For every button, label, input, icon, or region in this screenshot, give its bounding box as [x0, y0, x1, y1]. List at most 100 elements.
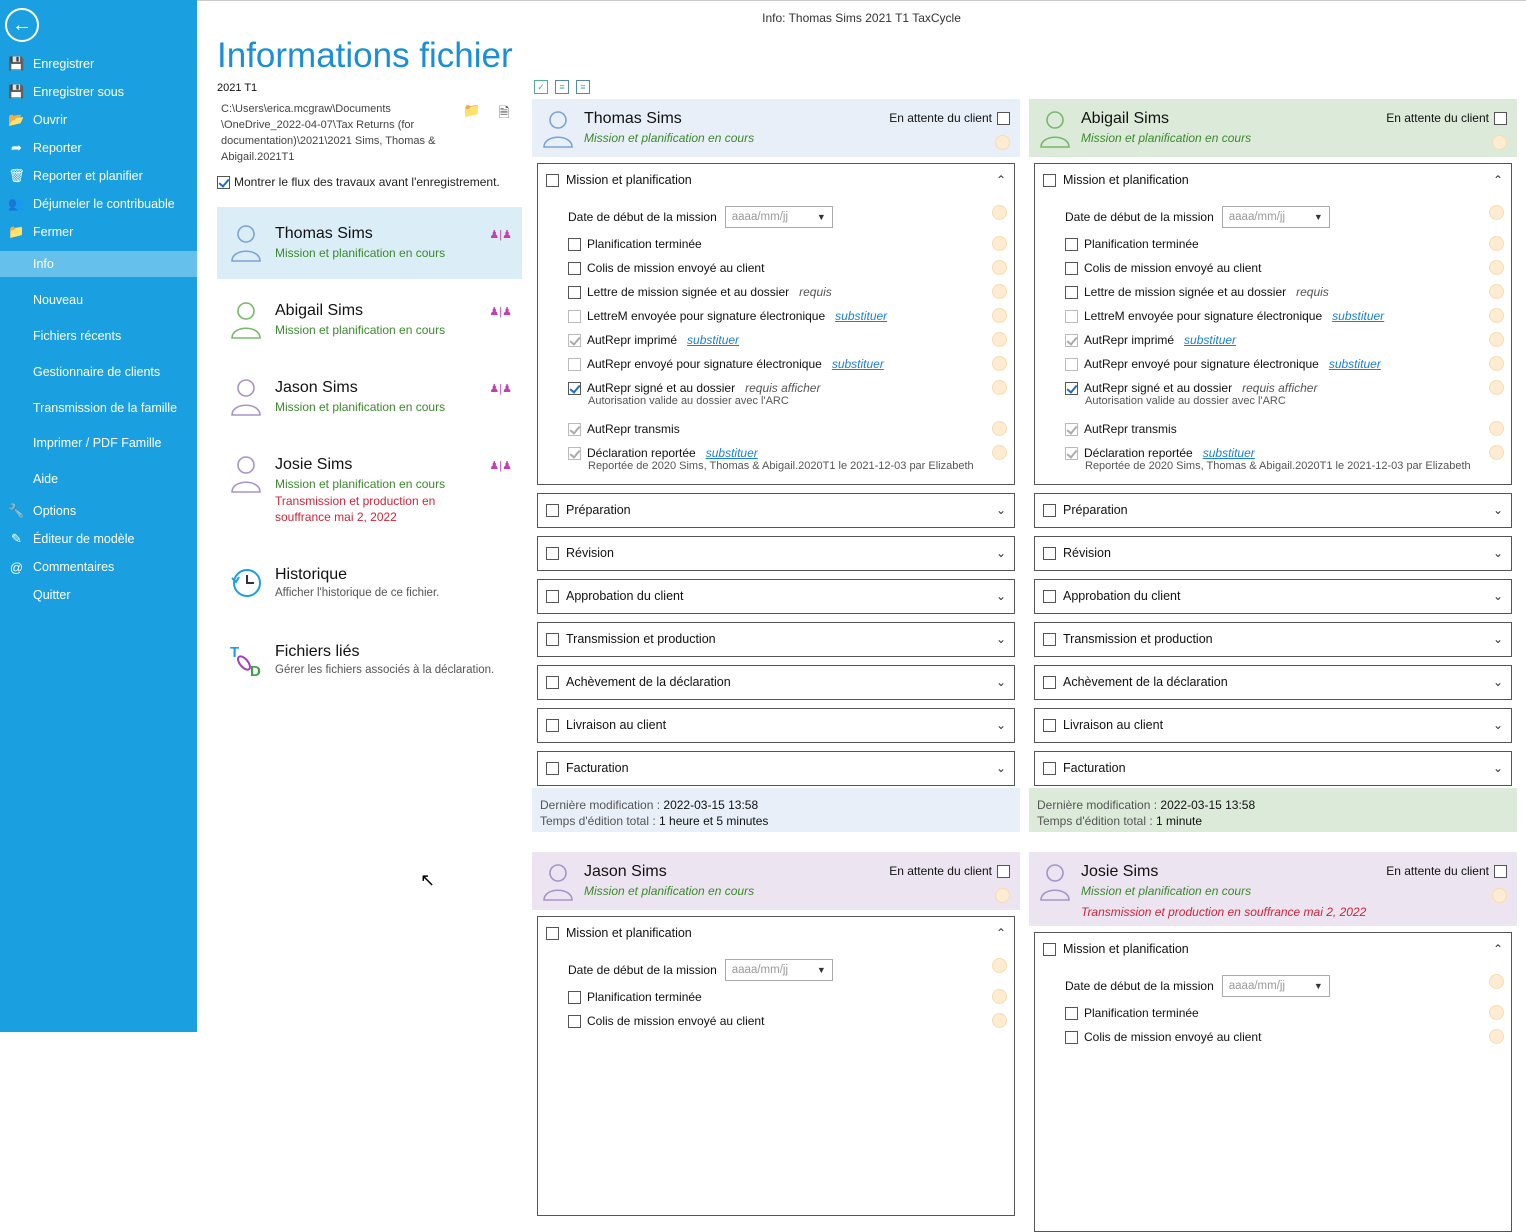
- section-checkbox[interactable]: [546, 503, 559, 517]
- section-header[interactable]: Mission et planification ⌃: [538, 164, 1014, 196]
- item-tag[interactable]: requis: [1296, 285, 1329, 299]
- chevron-down-icon[interactable]: ⌄: [996, 718, 1006, 732]
- item-checkbox[interactable]: [568, 261, 581, 275]
- waiting-for-client[interactable]: En attente du client: [1386, 111, 1507, 125]
- waiting-checkbox[interactable]: [1494, 111, 1507, 125]
- item-checkbox[interactable]: [1065, 261, 1078, 275]
- section-header[interactable]: Mission et planification ⌃: [538, 917, 1014, 949]
- start-date-picker[interactable]: aaaa/mm/jj ▼: [724, 206, 833, 228]
- item-checkbox[interactable]: [1065, 237, 1078, 251]
- item-checkbox[interactable]: [1065, 1006, 1078, 1020]
- item-checkbox[interactable]: [1065, 422, 1078, 436]
- chevron-down-icon[interactable]: ⌄: [1493, 675, 1503, 689]
- chevron-down-icon[interactable]: ⌄: [996, 546, 1006, 560]
- item-checkbox[interactable]: [568, 990, 581, 1004]
- override-link[interactable]: substituer: [1203, 446, 1255, 460]
- sidebar-item[interactable]: Transmission de la famille: [0, 395, 197, 421]
- waiting-checkbox[interactable]: [1494, 864, 1507, 878]
- sidebar-item[interactable]: 💾 Enregistrer: [0, 51, 197, 77]
- section-header[interactable]: Mission et planification ⌃: [1035, 933, 1511, 965]
- section-checkbox[interactable]: [1043, 718, 1056, 732]
- taxpayer-item[interactable]: Abigail Sims Mission et planification en …: [217, 284, 522, 356]
- sidebar-item[interactable]: 🗑 Reporter et planifier: [0, 163, 197, 189]
- section-checkbox[interactable]: [546, 173, 559, 187]
- section-checkbox[interactable]: [1043, 761, 1056, 775]
- sidebar-item[interactable]: 💾 Enregistrer sous: [0, 79, 197, 105]
- show-workflow-checkbox[interactable]: [217, 175, 230, 189]
- waiting-checkbox[interactable]: [997, 111, 1010, 125]
- item-checkbox[interactable]: [568, 237, 581, 251]
- item-checkbox[interactable]: [1065, 446, 1078, 460]
- section-checkbox[interactable]: [546, 718, 559, 732]
- section-header[interactable]: Révision ⌄: [538, 537, 1014, 569]
- sidebar-item[interactable]: Imprimer / PDF Famille: [0, 430, 197, 456]
- section-header[interactable]: Approbation du client ⌄: [538, 580, 1014, 612]
- sidebar-item[interactable]: 📂 Ouvrir: [0, 107, 197, 133]
- chevron-down-icon[interactable]: ⌄: [1493, 718, 1503, 732]
- section-checkbox[interactable]: [1043, 546, 1056, 560]
- item-checkbox[interactable]: [568, 446, 581, 460]
- taxpayer-item[interactable]: Jason Sims Mission et planification en co…: [217, 361, 522, 433]
- chevron-up-icon[interactable]: ⌃: [996, 926, 1006, 940]
- sidebar-item[interactable]: Nouveau: [0, 287, 197, 313]
- sidebar-item[interactable]: Gestionnaire de clients: [0, 359, 197, 385]
- section-header[interactable]: Mission et planification ⌃: [1035, 164, 1511, 196]
- override-link[interactable]: substituer: [687, 333, 739, 347]
- override-link[interactable]: substituer: [1184, 333, 1236, 347]
- section-header[interactable]: Livraison au client ⌄: [538, 709, 1014, 741]
- waiting-for-client[interactable]: En attente du client: [1386, 864, 1507, 878]
- item-checkbox[interactable]: [568, 285, 581, 299]
- chevron-down-icon[interactable]: ⌄: [996, 589, 1006, 603]
- section-header[interactable]: Préparation ⌄: [538, 494, 1014, 526]
- chevron-down-icon[interactable]: ⌄: [1493, 632, 1503, 646]
- item-checkbox[interactable]: [1065, 1030, 1078, 1044]
- section-checkbox[interactable]: [546, 675, 559, 689]
- sidebar-item[interactable]: @ Commentaires: [0, 554, 197, 580]
- waiting-for-client[interactable]: En attente du client: [889, 864, 1010, 878]
- taxpayer-item[interactable]: Josie Sims Mission et planification en co…: [217, 438, 522, 524]
- item-checkbox[interactable]: [568, 381, 581, 395]
- manage-people-icon[interactable]: ♟|♟: [489, 228, 512, 241]
- chevron-up-icon[interactable]: ⌃: [1493, 173, 1503, 187]
- section-checkbox[interactable]: [1043, 589, 1056, 603]
- chevron-up-icon[interactable]: ⌃: [1493, 942, 1503, 956]
- section-header[interactable]: Transmission et production ⌄: [538, 623, 1014, 655]
- item-checkbox[interactable]: [568, 357, 581, 371]
- item-checkbox[interactable]: [568, 1014, 581, 1028]
- section-header[interactable]: Transmission et production ⌄: [1035, 623, 1511, 655]
- section-checkbox[interactable]: [546, 632, 559, 646]
- chevron-down-icon[interactable]: ⌄: [1493, 589, 1503, 603]
- sidebar-item[interactable]: 📁 Fermer: [0, 219, 197, 245]
- chevron-down-icon[interactable]: ⌄: [1493, 546, 1503, 560]
- show-workflow-option[interactable]: Montrer le flux des travaux avant l'enre…: [217, 175, 500, 189]
- section-header[interactable]: Facturation ⌄: [1035, 752, 1511, 784]
- override-link[interactable]: substituer: [1332, 309, 1384, 323]
- manage-people-icon[interactable]: ♟|♟: [489, 459, 512, 472]
- item-tag[interactable]: requis afficher: [745, 381, 820, 395]
- waiting-checkbox[interactable]: [997, 864, 1010, 878]
- expand-icon[interactable]: ✓: [534, 80, 548, 94]
- override-link[interactable]: substituer: [1329, 357, 1381, 371]
- start-date-picker[interactable]: aaaa/mm/jj ▼: [724, 959, 833, 981]
- checklist-icon[interactable]: ≡: [576, 80, 590, 94]
- item-checkbox[interactable]: [1065, 381, 1078, 395]
- start-date-picker[interactable]: aaaa/mm/jj ▼: [1221, 975, 1330, 997]
- chevron-up-icon[interactable]: ⌃: [996, 173, 1006, 187]
- manage-people-icon[interactable]: ♟|♟: [489, 305, 512, 318]
- item-checkbox[interactable]: [1065, 309, 1078, 323]
- chevron-down-icon[interactable]: ⌄: [996, 503, 1006, 517]
- chevron-down-icon[interactable]: ⌄: [1493, 761, 1503, 775]
- sidebar-item[interactable]: Fichiers récents: [0, 323, 197, 349]
- start-date-picker[interactable]: aaaa/mm/jj ▼: [1221, 206, 1330, 228]
- item-checkbox[interactable]: [568, 422, 581, 436]
- open-folder-icon[interactable]: 📁: [462, 102, 482, 122]
- section-header[interactable]: Livraison au client ⌄: [1035, 709, 1511, 741]
- sidebar-item[interactable]: 👥 Déjumeler le contribuable: [0, 191, 197, 217]
- sidebar-item[interactable]: ✎ Éditeur de modèle: [0, 526, 197, 552]
- section-checkbox[interactable]: [1043, 942, 1056, 956]
- section-checkbox[interactable]: [1043, 675, 1056, 689]
- override-link[interactable]: substituer: [832, 357, 884, 371]
- taxpayer-item[interactable]: Thomas Sims Mission et planification en c…: [217, 207, 522, 279]
- section-header[interactable]: Préparation ⌄: [1035, 494, 1511, 526]
- section-checkbox[interactable]: [546, 589, 559, 603]
